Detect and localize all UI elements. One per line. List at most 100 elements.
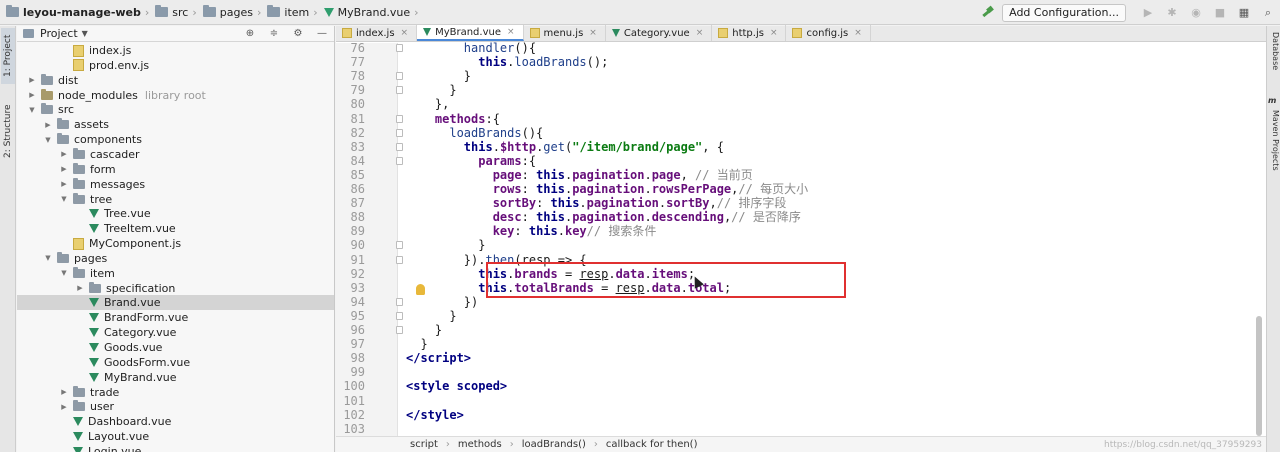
code-line[interactable]: </script> [406,351,471,365]
editor-tab[interactable]: Category.vue × [606,25,713,41]
tree-file[interactable]: ▶MyBrand.vue [17,370,334,385]
vertical-scrollbar[interactable] [1256,316,1262,436]
fold-marker-icon[interactable] [396,241,403,250]
fold-marker-icon[interactable] [396,311,403,320]
tree-folder[interactable]: ▶ form [17,162,334,177]
code-line[interactable]: } [406,309,456,323]
code-line[interactable]: } [406,337,427,351]
code-line[interactable]: page: this.pagination.page, // 当前页 [406,168,753,182]
tree-folder[interactable]: ▶ specification [17,281,334,296]
chevron-down-icon[interactable]: ▼ [82,29,88,38]
tree-file[interactable]: ▶Login.vue [17,444,334,452]
code-line[interactable]: </style> [406,408,464,422]
chevron-right-icon[interactable]: ▶ [43,121,53,129]
tree-folder[interactable]: ▶ assets [17,117,334,132]
tool-tab-maven-projects[interactable]: Maven Projects [1268,110,1280,171]
stop-icon[interactable]: ■ [1213,6,1227,20]
gear-icon[interactable]: ⚙ [292,28,304,40]
breadcrumb-item[interactable]: item [267,0,313,25]
tree-folder[interactable]: ▶ trade [17,385,334,400]
code-line[interactable]: } [406,238,485,252]
add-configuration-button[interactable]: Add Configuration... [1002,3,1126,22]
chevron-right-icon[interactable]: ▶ [59,165,69,173]
code-line[interactable]: desc: this.pagination.descending,// 是否降序 [406,210,801,224]
tree-file[interactable]: ▶prod.env.js [17,58,334,73]
tree-folder[interactable]: ▶ node_modules library root [17,88,334,103]
chevron-right-icon[interactable]: ▶ [59,403,69,411]
fold-marker-icon[interactable] [396,128,403,137]
maven-icon[interactable]: m [1268,96,1280,105]
code-line[interactable]: methods:{ [406,112,500,126]
fold-marker-icon[interactable] [396,255,403,264]
editor-tab[interactable]: MyBrand.vue × [417,25,524,41]
editor-breadcrumb-item[interactable]: callback for then() [606,439,698,450]
close-icon[interactable]: × [696,28,704,38]
chevron-right-icon[interactable]: ▶ [59,150,69,158]
tree-file[interactable]: ▶Goods.vue [17,340,334,355]
breadcrumb-file[interactable]: MyBrand.vue [323,0,415,25]
chevron-right-icon[interactable]: ▶ [27,76,37,84]
tool-tab-structure[interactable]: 2: Structure [1,96,15,166]
fold-marker-icon[interactable] [396,44,403,52]
tree-folder[interactable]: ▶ messages [17,177,334,192]
build-hammer-icon[interactable] [980,6,994,20]
editor-breadcrumb-item[interactable]: loadBrands() [522,439,586,450]
code-line[interactable]: this.$http.get("/item/brand/page", { [406,140,724,154]
code-line[interactable]: }, [406,97,449,111]
debug-icon[interactable]: ✱ [1165,6,1179,20]
code-line[interactable]: }) [406,295,478,309]
tree-file[interactable]: ▶Brand.vue [17,295,334,311]
editor-breadcrumb-item[interactable]: script [410,439,438,450]
tree-file[interactable]: ▶Dashboard.vue [17,414,334,429]
project-panel-title[interactable]: Project [40,27,78,40]
editor-tab[interactable]: index.js × [336,25,418,41]
code-line[interactable]: this.loadBrands(); [406,55,608,69]
tree-file[interactable]: ▶index.js [17,43,334,58]
fold-marker-icon[interactable] [396,72,403,81]
close-icon[interactable]: × [507,27,515,37]
fold-marker-icon[interactable] [396,297,403,306]
close-icon[interactable]: × [770,28,778,38]
editor-breadcrumb-item[interactable]: methods [458,439,502,450]
tree-folder[interactable]: ▼ src [17,102,334,117]
editor-tab[interactable]: config.js × [786,25,871,41]
fold-marker-icon[interactable] [396,156,403,165]
search-icon[interactable]: ⌕ [1261,6,1275,20]
tree-folder[interactable]: ▼ item [17,266,334,281]
scroll-from-source-icon[interactable]: ⊕ [244,28,256,40]
tree-file[interactable]: ▶TreeItem.vue [17,221,334,236]
tree-folder[interactable]: ▼ pages [17,251,334,266]
code-line[interactable]: } [406,83,456,97]
fold-marker-icon[interactable] [396,86,403,95]
hide-panel-icon[interactable]: — [316,28,328,40]
coverage-icon[interactable]: ◉ [1189,6,1203,20]
editor-tab[interactable]: menu.js × [524,25,606,41]
fold-marker-icon[interactable] [396,326,403,334]
tree-folder[interactable]: ▼ components [17,132,334,147]
tree-file[interactable]: ▶MyComponent.js [17,236,334,251]
chevron-down-icon[interactable]: ▼ [27,106,37,114]
chevron-right-icon[interactable]: ▶ [59,388,69,396]
chevron-down-icon[interactable]: ▼ [43,254,53,262]
code-line[interactable]: key: this.key// 搜索条件 [406,224,657,238]
fold-marker-icon[interactable] [396,114,403,123]
code-line[interactable]: params:{ [406,154,536,168]
chevron-down-icon[interactable]: ▼ [59,195,69,203]
chevron-right-icon[interactable]: ▶ [27,91,37,99]
editor-tab[interactable]: http.js × [712,25,787,41]
code-line[interactable]: loadBrands(){ [406,126,543,140]
tree-folder[interactable]: ▶ cascader [17,147,334,162]
chevron-right-icon[interactable]: ▶ [59,180,69,188]
code-line[interactable]: } [406,323,442,337]
close-icon[interactable]: × [401,28,409,38]
project-structure-icon[interactable]: ▦ [1237,6,1251,20]
tree-file[interactable]: ▶Tree.vue [17,206,334,221]
code-line[interactable]: } [406,69,471,83]
fold-marker-icon[interactable] [396,142,403,151]
tree-folder[interactable]: ▶ user [17,399,334,414]
collapse-all-icon[interactable]: ≑ [268,28,280,40]
breadcrumb-project[interactable]: leyou-manage-web [0,0,145,25]
code-line[interactable]: sortBy: this.pagination.sortBy,// 排序字段 [406,196,787,210]
run-icon[interactable]: ▶ [1141,6,1155,20]
breadcrumb-pages[interactable]: pages [202,0,257,25]
